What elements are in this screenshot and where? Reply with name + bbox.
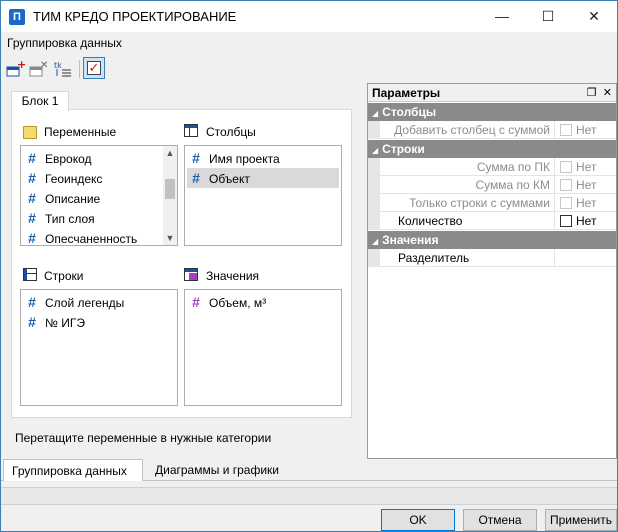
tab-block-1[interactable]: Блок 1 <box>11 91 69 111</box>
apply-check-button[interactable]: ✓ <box>83 57 105 79</box>
property-value: Нет <box>556 121 616 139</box>
list-item[interactable]: # Опесчаненность <box>23 228 137 246</box>
checkmark-icon: ✓ <box>87 60 101 75</box>
menu-item-grouping[interactable]: Группировка данных <box>7 36 122 50</box>
menu-bar: Группировка данных <box>1 32 617 52</box>
separator-value-field[interactable] <box>556 249 616 267</box>
property-value: Нет <box>556 158 616 176</box>
variables-label: Переменные <box>44 125 117 139</box>
apply-button[interactable]: Применить <box>545 509 617 531</box>
list-item[interactable]: # Описание <box>23 188 100 208</box>
hash-icon: # <box>28 314 36 330</box>
main-window: П ТИМ КРЕДО ПРОЕКТИРОВАНИЕ — ☐ ✕ Группир… <box>0 0 618 532</box>
parameters-panel: Параметры ❐ ✕ ◢ Столбцы Добавить столбец … <box>367 83 617 459</box>
hash-icon: # <box>28 150 36 166</box>
tab-charts[interactable]: Диаграммы и графики <box>147 459 287 481</box>
list-item[interactable]: # Геоиндекс <box>23 168 102 188</box>
list-item[interactable]: # Еврокод <box>23 148 91 168</box>
checkbox[interactable] <box>560 215 572 227</box>
property-value: Нет <box>556 194 616 212</box>
list-item[interactable]: # Слой легенды <box>23 292 124 312</box>
sort-button[interactable]: tk <box>53 59 73 79</box>
hash-icon: # <box>28 210 36 226</box>
close-panel-icon[interactable]: ✕ <box>603 87 612 99</box>
scroll-down-icon[interactable]: ▼ <box>163 231 177 245</box>
add-block-button[interactable]: + <box>5 58 26 79</box>
variables-scrollbar[interactable]: ▲ ▼ <box>163 146 177 245</box>
columns-list[interactable]: # Имя проекта # Объект <box>184 145 342 246</box>
app-icon: П <box>9 9 25 25</box>
property-row: Только строки с суммами Нет <box>368 194 616 212</box>
hash-icon: # <box>28 230 36 246</box>
checkbox <box>560 179 572 191</box>
parameters-header: Параметры ❐ ✕ <box>368 84 616 102</box>
close-button[interactable]: ✕ <box>571 1 617 32</box>
property-row: Сумма по ПК Нет <box>368 158 616 176</box>
rows-icon <box>23 268 37 281</box>
rows-label: Строки <box>44 269 84 283</box>
category-columns[interactable]: ◢ Столбцы <box>368 103 616 121</box>
variables-list[interactable]: # Еврокод # Геоиндекс # Описание # Тип слоя … <box>20 145 178 246</box>
hash-icon: # <box>192 170 200 186</box>
columns-icon <box>184 124 198 137</box>
parameters-title: Параметры <box>372 86 441 100</box>
property-name: Разделитель <box>380 249 555 267</box>
sort-icon: tk <box>54 61 71 77</box>
property-value: Нет <box>556 176 616 194</box>
property-name: Сумма по КМ <box>380 176 555 194</box>
hash-icon: # <box>192 150 200 166</box>
checkbox <box>560 161 572 173</box>
svg-text:+: + <box>17 59 25 71</box>
hash-icon: # <box>28 190 36 206</box>
property-name: Количество <box>380 212 555 230</box>
category-values[interactable]: ◢ Значения <box>368 231 616 249</box>
rows-list[interactable]: # Слой легенды # № ИГЭ <box>20 289 178 406</box>
delete-block-button[interactable]: ✕ <box>28 59 48 79</box>
bottom-tab-strip: Группировка данных Диаграммы и графики <box>1 459 617 481</box>
list-item[interactable]: # Тип слоя <box>23 208 95 228</box>
delete-block-icon: ✕ <box>29 60 48 77</box>
property-row[interactable]: Разделитель <box>368 249 616 267</box>
values-list[interactable]: # Объем, м³ <box>184 289 342 406</box>
checkbox <box>560 124 572 136</box>
checkbox <box>560 197 572 209</box>
scroll-up-icon[interactable]: ▲ <box>163 146 177 160</box>
title-bar: П ТИМ КРЕДО ПРОЕКТИРОВАНИЕ — ☐ ✕ <box>1 1 617 32</box>
status-bar <box>1 487 617 505</box>
values-label: Значения <box>206 269 260 283</box>
list-item[interactable]: # № ИГЭ <box>23 312 85 332</box>
values-icon <box>184 268 198 281</box>
window-title: ТИМ КРЕДО ПРОЕКТИРОВАНИЕ <box>33 9 237 24</box>
hash-icon: # <box>192 294 200 310</box>
scroll-thumb[interactable] <box>165 179 175 199</box>
maximize-button[interactable]: ☐ <box>525 1 571 32</box>
svg-text:tk: tk <box>54 61 62 70</box>
ok-button[interactable]: OK <box>381 509 455 531</box>
property-name: Сумма по ПК <box>380 158 555 176</box>
svg-text:✕: ✕ <box>40 60 48 71</box>
folder-icon <box>23 126 37 139</box>
list-item[interactable]: # Имя проекта <box>187 148 339 168</box>
toolbar: + ✕ tk ✓ <box>1 53 617 83</box>
toolbar-separator <box>79 60 80 78</box>
tab-data-grouping[interactable]: Группировка данных <box>3 459 143 481</box>
property-value[interactable]: Нет <box>556 212 616 230</box>
hash-icon: # <box>28 170 36 186</box>
minimize-button[interactable]: — <box>479 1 525 32</box>
property-name: Только строки с суммами <box>380 194 555 212</box>
property-name: Добавить столбец с суммой <box>380 121 555 139</box>
columns-label: Столбцы <box>206 125 256 139</box>
hint-text: Перетащите переменные в нужные категории <box>15 431 272 445</box>
property-row[interactable]: Количество Нет <box>368 212 616 230</box>
list-item[interactable]: # Объем, м³ <box>187 292 266 312</box>
category-rows[interactable]: ◢ Строки <box>368 140 616 158</box>
float-window-icon[interactable]: ❐ <box>587 87 597 99</box>
hash-icon: # <box>28 294 36 310</box>
list-item-selected[interactable]: # Объект <box>187 168 339 188</box>
cancel-button[interactable]: Отмена <box>463 509 537 531</box>
add-block-icon: + <box>6 58 26 77</box>
property-row: Сумма по КМ Нет <box>368 176 616 194</box>
property-row: Добавить столбец с суммой Нет <box>368 121 616 139</box>
